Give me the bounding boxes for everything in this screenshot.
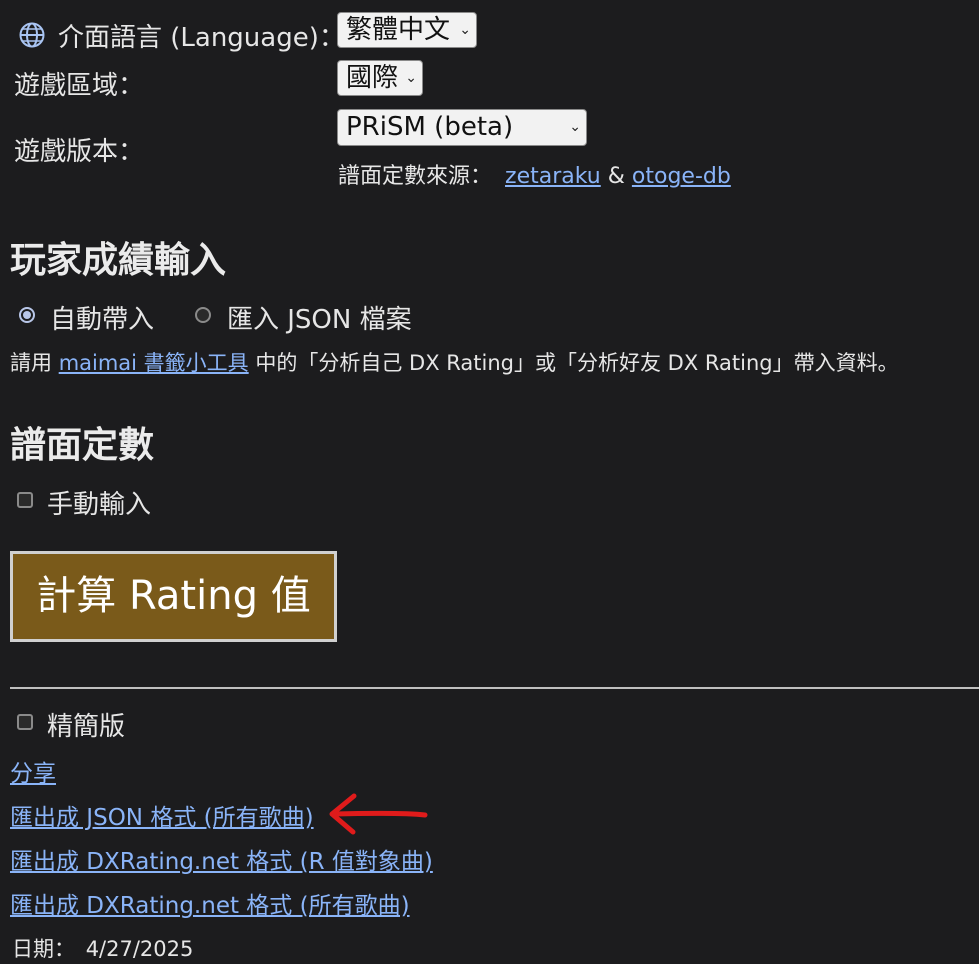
chevron-down-icon: ⌄ <box>569 119 581 135</box>
region-select-value: 國際 <box>346 63 399 93</box>
compact-mode-checkbox[interactable] <box>17 714 33 730</box>
radio-auto-label: 自動帶入 <box>50 305 155 335</box>
version-label: 遊戲版本： <box>14 137 145 167</box>
score-input-heading: 玩家成績輸入 <box>10 240 227 281</box>
export-dxrating-all-link[interactable]: 匯出成 DXRating.net 格式 (所有歌曲) <box>10 886 410 920</box>
language-select-value: 繁體中文 <box>346 15 451 45</box>
export-dxrating-r-link[interactable]: 匯出成 DXRating.net 格式 (R 值對象曲) <box>10 842 433 876</box>
globe-icon <box>18 21 46 49</box>
language-select[interactable]: 繁體中文 ⌄ <box>337 12 477 48</box>
source-separator: & <box>607 164 625 189</box>
language-label: 介面語言 (Language)： <box>58 23 345 53</box>
region-label: 遊戲區域： <box>14 71 145 101</box>
export-json-link[interactable]: 匯出成 JSON 格式 (所有歌曲) <box>10 798 314 832</box>
chart-constant-heading: 譜面定數 <box>10 425 155 466</box>
red-arrow-annotation <box>326 792 430 836</box>
manual-input-label: 手動輸入 <box>47 490 152 520</box>
radio-auto[interactable] <box>19 307 35 323</box>
page: 介面語言 (Language)： 繁體中文 ⌄ 遊戲區域： 國際 ⌄ 遊戲版本：… <box>0 0 979 964</box>
manual-input-checkbox[interactable] <box>17 492 33 508</box>
date-label: 日期： <box>12 937 75 961</box>
hint-prefix: 請用 <box>10 351 52 375</box>
radio-json-label: 匯入 JSON 檔案 <box>227 305 412 335</box>
chart-source-label: 譜面定數來源： <box>338 164 493 189</box>
region-select[interactable]: 國際 ⌄ <box>337 60 423 96</box>
date-line: 日期： 4/27/2025 <box>12 933 193 963</box>
version-select[interactable]: PRiSM (beta) ⌄ <box>337 109 587 146</box>
compact-mode-label: 精簡版 <box>47 712 126 742</box>
hint-suffix: 中的「分析自己 DX Rating」或「分析好友 DX Rating」帶入資料。 <box>255 351 899 375</box>
version-select-value: PRiSM (beta) <box>346 112 514 142</box>
section-divider <box>10 687 979 689</box>
bookmarklet-link[interactable]: maimai 書籤小工具 <box>59 351 249 375</box>
score-input-hint: 請用 maimai 書籤小工具 中的「分析自己 DX Rating」或「分析好友… <box>10 347 899 377</box>
otoge-db-link[interactable]: otoge-db <box>632 164 731 189</box>
zetaraku-link[interactable]: zetaraku <box>505 164 601 189</box>
calculate-rating-button[interactable]: 計算 Rating 值 <box>10 551 337 642</box>
chevron-down-icon: ⌄ <box>405 70 417 86</box>
chart-source-line: 譜面定數來源： zetaraku & otoge-db <box>338 158 731 190</box>
date-value: 4/27/2025 <box>85 937 194 961</box>
radio-json[interactable] <box>195 307 211 323</box>
chevron-down-icon: ⌄ <box>459 22 471 38</box>
share-link[interactable]: 分享 <box>10 754 56 788</box>
